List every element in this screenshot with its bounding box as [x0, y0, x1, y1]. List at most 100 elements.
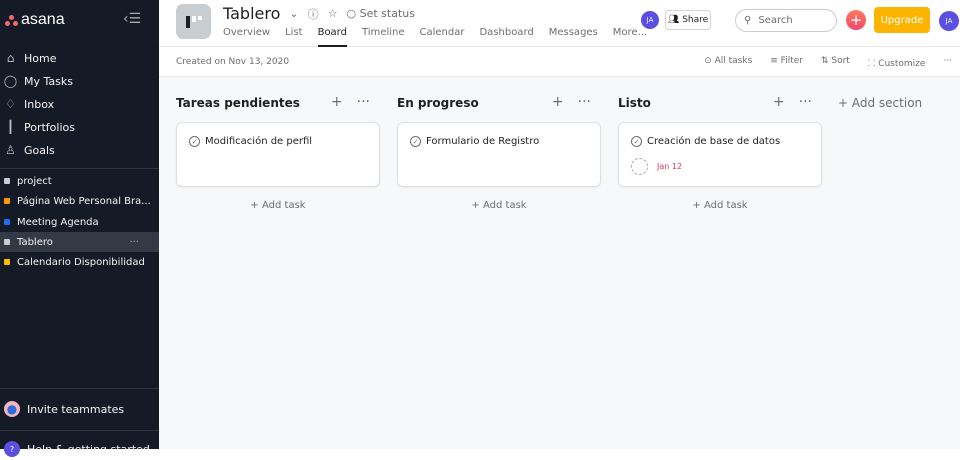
add-task-button[interactable]: + Add task	[618, 200, 822, 211]
more-icon[interactable]: ···	[578, 94, 591, 110]
add-icon[interactable]: +	[552, 94, 564, 110]
project-color-icon	[4, 219, 10, 225]
project-tabs: Overview List Board Timeline Calendar Da…	[223, 27, 647, 47]
tab-board[interactable]: Board	[317, 27, 347, 47]
customize-label: Customize	[878, 59, 926, 69]
filter-icon: ≡	[770, 56, 781, 66]
share-button[interactable]: 👥︎ Share	[665, 10, 711, 30]
task-card[interactable]: ✓ Formulario de Registro	[397, 122, 601, 187]
tab-list[interactable]: List	[285, 27, 302, 47]
sidebar-project[interactable]: Calendario Disponibilidad	[0, 252, 159, 272]
home-icon: ⌂	[6, 51, 15, 65]
search-input[interactable]: ⚲ Search	[735, 9, 837, 32]
customize-icon: ⸬	[867, 59, 879, 69]
nav-label: Home	[24, 51, 57, 65]
check-circle-icon[interactable]: ✓	[189, 136, 200, 147]
chevron-down-icon[interactable]: ⌄	[289, 7, 298, 20]
nav-label: Goals	[24, 143, 55, 157]
project-color-icon	[4, 259, 10, 265]
project-label: Página Web Personal Bra...	[17, 195, 151, 207]
customize-button[interactable]: ⸬ Customize	[868, 56, 926, 69]
project-label: Calendario Disponibilidad	[17, 256, 145, 268]
share-label: Share	[682, 15, 709, 25]
search-placeholder: Search	[758, 15, 793, 26]
add-section-button[interactable]: + Add section	[838, 96, 922, 110]
invite-icon: ●	[4, 401, 20, 417]
task-card[interactable]: ✓ Modificación de perfil	[176, 122, 380, 187]
sidebar-item-home[interactable]: ⌂ Home	[0, 47, 159, 69]
person-icon: ♙	[5, 143, 16, 157]
divider	[0, 430, 159, 431]
column-title[interactable]: En progreso	[397, 96, 479, 110]
sidebar: asana ‹☰ ⌂ Home ◯ My Tasks ♢ Inbox ┃ Portfol…	[0, 0, 159, 457]
add-task-button[interactable]: + Add task	[397, 200, 601, 211]
invite-teammates-button[interactable]: ● Invite teammates	[0, 398, 159, 420]
divider	[0, 388, 159, 389]
help-label: Help & getting started	[27, 442, 150, 456]
info-icon[interactable]: ⓘ	[308, 6, 319, 22]
sidebar-project[interactable]: project	[0, 171, 159, 191]
check-circle-icon: ◯	[3, 74, 18, 88]
sidebar-item-goals[interactable]: ♙ Goals	[0, 139, 159, 161]
check-circle-icon[interactable]: ✓	[631, 136, 642, 147]
filter-label: Filter	[780, 56, 803, 66]
board-project-icon	[176, 4, 211, 39]
more-icon[interactable]: ···	[129, 237, 139, 248]
collapse-sidebar-icon[interactable]: ‹☰	[123, 11, 141, 27]
project-header: Tablero ⌄ ⓘ ☆ ○ Set status Overview List Boa…	[159, 0, 960, 47]
project-label: project	[17, 175, 52, 187]
sort-button[interactable]: ⇅ Sort	[821, 56, 850, 69]
sidebar-item-my-tasks[interactable]: ◯ My Tasks	[0, 70, 159, 92]
project-label: Tablero	[17, 236, 53, 248]
search-icon: ⚲	[744, 15, 752, 26]
tab-more[interactable]: More...	[613, 27, 647, 47]
member-avatar[interactable]: JA	[641, 11, 659, 29]
quick-add-button[interactable]: +	[846, 10, 866, 30]
sidebar-project[interactable]: Página Web Personal Bra...	[0, 191, 159, 211]
set-status-label: Set status	[359, 7, 415, 20]
sidebar-project-active[interactable]: Tablero ···	[0, 232, 159, 252]
assignee-icon[interactable]	[631, 158, 648, 175]
tab-overview[interactable]: Overview	[223, 27, 270, 47]
divider	[0, 168, 159, 169]
add-task-button[interactable]: + Add task	[176, 200, 380, 211]
check-circle-icon[interactable]: ✓	[410, 136, 421, 147]
more-icon[interactable]: ···	[357, 94, 370, 110]
user-avatar[interactable]: JA	[939, 11, 959, 31]
bell-icon: ♢	[5, 97, 16, 111]
star-icon[interactable]: ☆	[328, 7, 338, 20]
upgrade-button[interactable]: Upgrade	[874, 7, 930, 33]
project-color-icon	[4, 198, 10, 204]
task-card[interactable]: ✓ Creación de base de datos Jan 12	[618, 122, 822, 187]
set-status-button[interactable]: ○ Set status	[346, 7, 414, 20]
filter-button[interactable]: ≡ Filter	[770, 56, 803, 69]
add-icon[interactable]: +	[331, 94, 343, 110]
column-title[interactable]: Listo	[618, 96, 651, 110]
all-tasks-button[interactable]: ⊙ All tasks	[704, 56, 752, 69]
task-title: Creación de base de datos	[647, 136, 781, 147]
tab-dashboard[interactable]: Dashboard	[479, 27, 533, 47]
help-icon: ?	[4, 441, 20, 457]
more-options-icon[interactable]: ···	[943, 56, 952, 69]
logo-dots-icon	[5, 14, 18, 26]
nav-label: Portfolios	[24, 120, 75, 134]
project-title[interactable]: Tablero	[223, 4, 280, 23]
project-color-icon	[4, 178, 10, 184]
nav-label: Inbox	[24, 97, 55, 111]
asana-logo[interactable]: asana	[5, 11, 65, 29]
sidebar-item-inbox[interactable]: ♢ Inbox	[0, 93, 159, 115]
sidebar-item-portfolios[interactable]: ┃ Portfolios	[0, 116, 159, 138]
add-icon[interactable]: +	[773, 94, 785, 110]
project-label: Meeting Agenda	[17, 216, 99, 228]
check-circle-icon: ⊙	[704, 56, 715, 66]
help-button[interactable]: ? Help & getting started	[0, 438, 159, 460]
tab-calendar[interactable]: Calendar	[420, 27, 465, 47]
more-icon[interactable]: ···	[799, 94, 812, 110]
sidebar-project[interactable]: Meeting Agenda	[0, 212, 159, 232]
invite-label: Invite teammates	[27, 402, 125, 416]
tab-timeline[interactable]: Timeline	[362, 27, 405, 47]
tab-messages[interactable]: Messages	[549, 27, 598, 47]
due-date[interactable]: Jan 12	[657, 162, 682, 171]
column-title[interactable]: Tareas pendientes	[176, 96, 300, 110]
logo-text: asana	[21, 11, 65, 28]
